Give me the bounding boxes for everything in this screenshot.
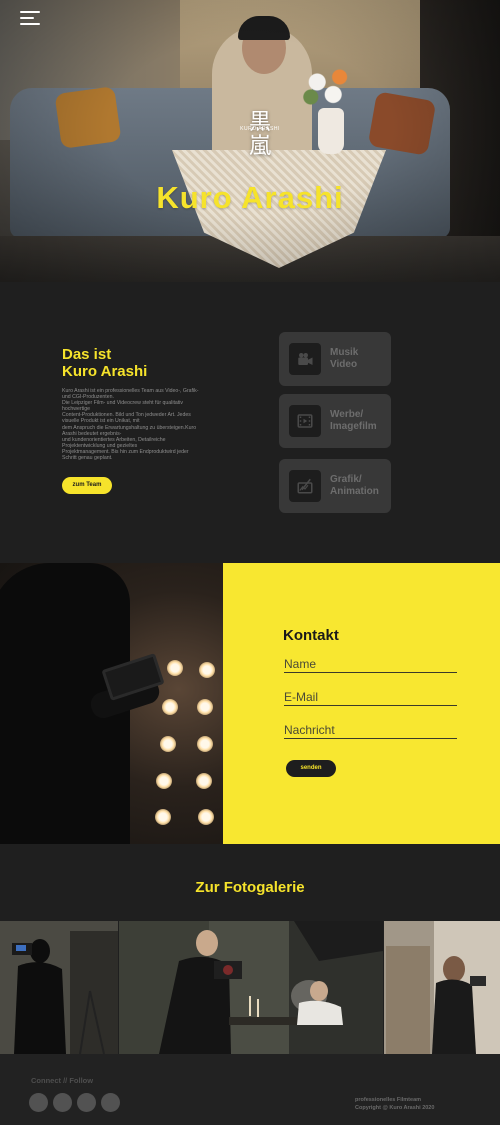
gallery-image-3-art	[384, 921, 500, 1054]
menu-line	[20, 23, 40, 25]
photo-light-bulb	[167, 660, 183, 676]
photo-light-bulb	[162, 699, 178, 715]
contact-heading: Kontakt	[283, 627, 339, 644]
service-card-music-video[interactable]: Musik Video	[279, 332, 391, 386]
photo-light-bulb	[197, 736, 213, 752]
about-section: Das ist Kuro Arashi Kuro Arashi ist ein …	[0, 282, 500, 563]
gallery-image-3[interactable]	[384, 921, 500, 1054]
hero-section: 黒 KURO ARASHI 嵐 Kuro Arashi	[0, 0, 500, 282]
social-icon-1[interactable]	[29, 1093, 48, 1112]
team-button[interactable]: zum Team	[62, 477, 112, 494]
logo-kanji-bottom: 嵐	[248, 134, 271, 159]
message-input[interactable]	[284, 721, 457, 739]
photo-light-bulb	[197, 699, 213, 715]
service-label-music-video: Musik Video	[330, 347, 359, 370]
menu-line	[20, 11, 40, 13]
gallery-heading[interactable]: Zur Fotogalerie	[0, 879, 500, 896]
send-button[interactable]: senden	[286, 760, 336, 777]
service-card-grafik-animation[interactable]: Grafik/ Animation	[279, 459, 391, 513]
film-play-icon	[289, 405, 321, 437]
contact-form: Kontakt senden	[223, 563, 500, 844]
menu-line	[20, 17, 34, 19]
gallery-image-2-art	[119, 921, 383, 1054]
service-card-werbefilm[interactable]: Werbe/ Imagefilm	[279, 394, 391, 448]
social-icon-2[interactable]	[53, 1093, 72, 1112]
name-input[interactable]	[284, 655, 457, 673]
footer-tagline: professionelles Filmteam	[355, 1097, 422, 1103]
photo-light-bulb	[196, 773, 212, 789]
photo-light-bulb	[199, 662, 215, 678]
photo-light-bulb	[155, 809, 171, 825]
about-heading: Das ist Kuro Arashi	[62, 346, 242, 380]
about-text: Kuro Arashi ist ein professionelles Team…	[62, 388, 199, 462]
hero-title: Kuro Arashi	[156, 180, 344, 215]
about-heading-line1: Das ist	[62, 346, 112, 363]
gallery-image-1[interactable]	[0, 921, 118, 1054]
about-heading-line2: Kuro Arashi	[62, 363, 148, 380]
footer-copyright: Copyright @ Kuro Arashi 2020	[355, 1104, 435, 1111]
graphic-tablet-icon	[289, 470, 321, 502]
gallery-section: Zur Fotogalerie	[0, 844, 500, 1054]
contact-section: Kontakt senden	[0, 563, 500, 844]
graphic-tablet-svg	[297, 478, 313, 494]
footer: Connect // Follow professionelles Filmte…	[0, 1054, 500, 1125]
social-icon-4[interactable]	[101, 1093, 120, 1112]
email-input[interactable]	[284, 688, 457, 706]
social-icon-3[interactable]	[77, 1093, 96, 1112]
gallery-image-1-art	[0, 921, 118, 1054]
video-camera-svg	[298, 353, 313, 365]
photo-light-bulb	[160, 736, 176, 752]
connect-follow-label: Connect // Follow	[31, 1076, 94, 1085]
hamburger-menu-icon[interactable]	[20, 11, 40, 25]
gallery-image-2[interactable]	[119, 921, 383, 1054]
service-label-grafik-animation: Grafik/ Animation	[330, 474, 379, 497]
photo-light-bulb	[156, 773, 172, 789]
film-play-svg	[297, 414, 313, 428]
photo-light-bulb	[198, 809, 214, 825]
contact-photo-camera-operator	[0, 563, 223, 844]
footer-info: professionelles Filmteam Copyright @ Kur…	[355, 1097, 434, 1112]
logo-small-text: KURO ARASHI	[240, 126, 280, 132]
service-label-werbefilm: Werbe/ Imagefilm	[330, 409, 377, 432]
video-camera-icon	[289, 343, 321, 375]
kuro-arashi-logo: 黒 KURO ARASHI 嵐	[240, 104, 280, 166]
